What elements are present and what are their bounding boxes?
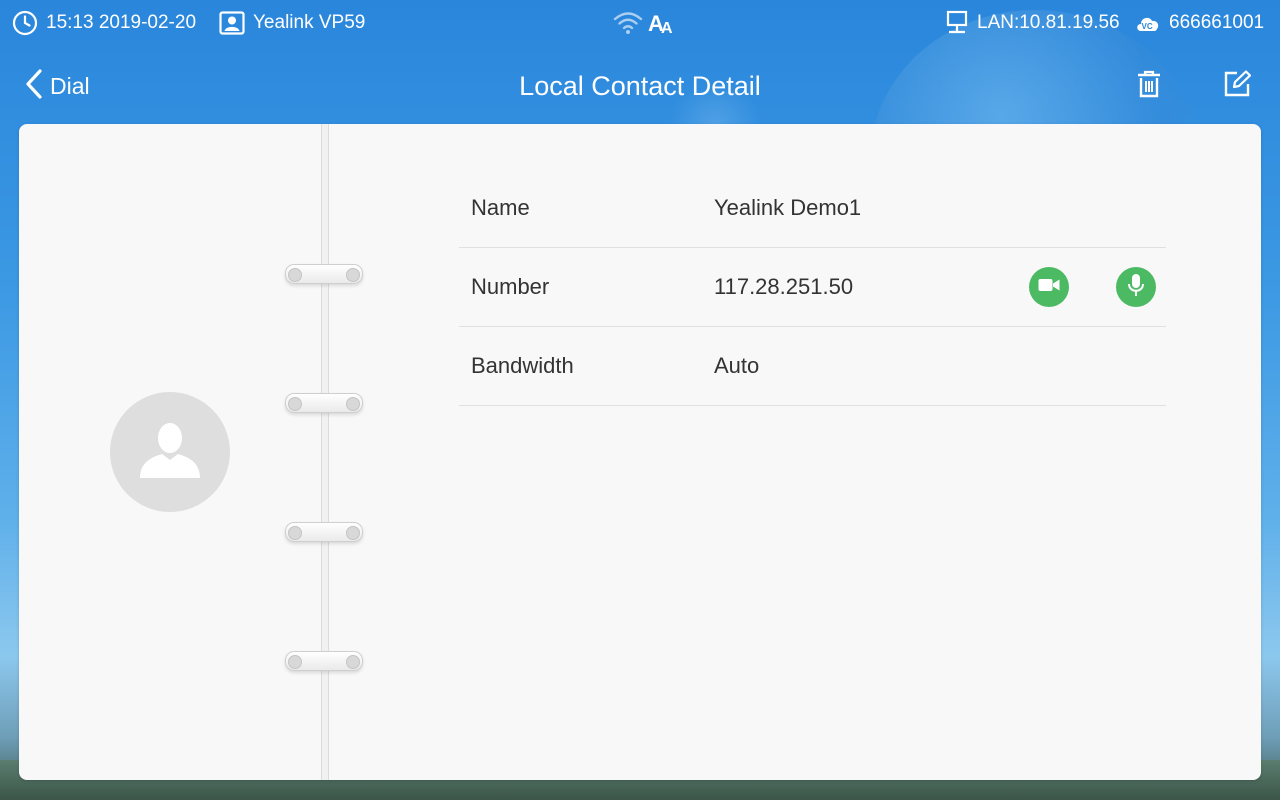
trash-icon	[1136, 70, 1162, 103]
binder-ring	[285, 522, 363, 542]
detail-row-name: Name Yealink Demo1	[459, 169, 1166, 248]
binder-ring	[285, 393, 363, 413]
font-size-icon[interactable]: AA	[648, 0, 676, 46]
contact-card-icon	[219, 11, 245, 35]
spine-line	[328, 124, 329, 780]
spine-line	[321, 124, 322, 780]
status-network: LAN:10.81.19.56	[945, 0, 1120, 46]
status-device: Yealink VP59	[219, 0, 365, 46]
svg-text:VC: VC	[1142, 22, 1153, 31]
vc-cloud-icon: VC	[1135, 13, 1161, 33]
back-button[interactable]: Dial	[24, 68, 90, 104]
status-device-name: Yealink VP59	[253, 12, 366, 33]
audio-call-button[interactable]	[1116, 267, 1156, 307]
status-lan-address: LAN:10.81.19.56	[977, 12, 1120, 33]
status-bar: 15:13 2019-02-20 Yealink VP59 AA LAN:10.…	[0, 0, 1280, 46]
video-call-icon	[1038, 277, 1060, 298]
status-account: VC 666661001	[1135, 0, 1264, 46]
chevron-left-icon	[24, 68, 44, 105]
contact-detail-list: Name Yealink Demo1 Number 117.28.251.50	[459, 169, 1166, 406]
nav-bar: Dial Local Contact Detail	[0, 46, 1280, 126]
lan-icon	[945, 10, 969, 36]
field-value: Yealink Demo1	[714, 195, 862, 220]
contact-card: Name Yealink Demo1 Number 117.28.251.50	[19, 124, 1261, 780]
field-label: Bandwidth	[471, 353, 574, 378]
avatar	[110, 392, 230, 512]
field-value: 117.28.251.50	[714, 274, 854, 299]
binder-ring	[285, 264, 363, 284]
delete-button[interactable]	[1131, 68, 1167, 104]
status-account-number: 666661001	[1169, 12, 1265, 33]
audio-call-icon	[1127, 273, 1145, 302]
binder-ring	[285, 651, 363, 671]
edit-icon	[1223, 69, 1252, 103]
field-value: Auto	[714, 353, 760, 378]
clock-icon	[12, 10, 38, 36]
status-time-date: 15:13 2019-02-20	[46, 12, 197, 33]
detail-row-bandwidth: Bandwidth Auto	[459, 327, 1166, 406]
back-button-label: Dial	[50, 72, 90, 99]
page-title: Local Contact Detail	[519, 71, 761, 101]
field-label: Name	[471, 195, 530, 220]
screen: 15:13 2019-02-20 Yealink VP59 AA LAN:10.…	[0, 0, 1280, 800]
field-label: Number	[471, 274, 550, 299]
video-call-button[interactable]	[1029, 267, 1069, 307]
status-time: 15:13 2019-02-20	[12, 0, 196, 46]
edit-button[interactable]	[1219, 68, 1255, 104]
svg-text:A: A	[661, 20, 673, 35]
person-icon	[138, 420, 202, 485]
detail-row-number: Number 117.28.251.50	[459, 248, 1166, 327]
wifi-icon[interactable]	[613, 0, 643, 46]
